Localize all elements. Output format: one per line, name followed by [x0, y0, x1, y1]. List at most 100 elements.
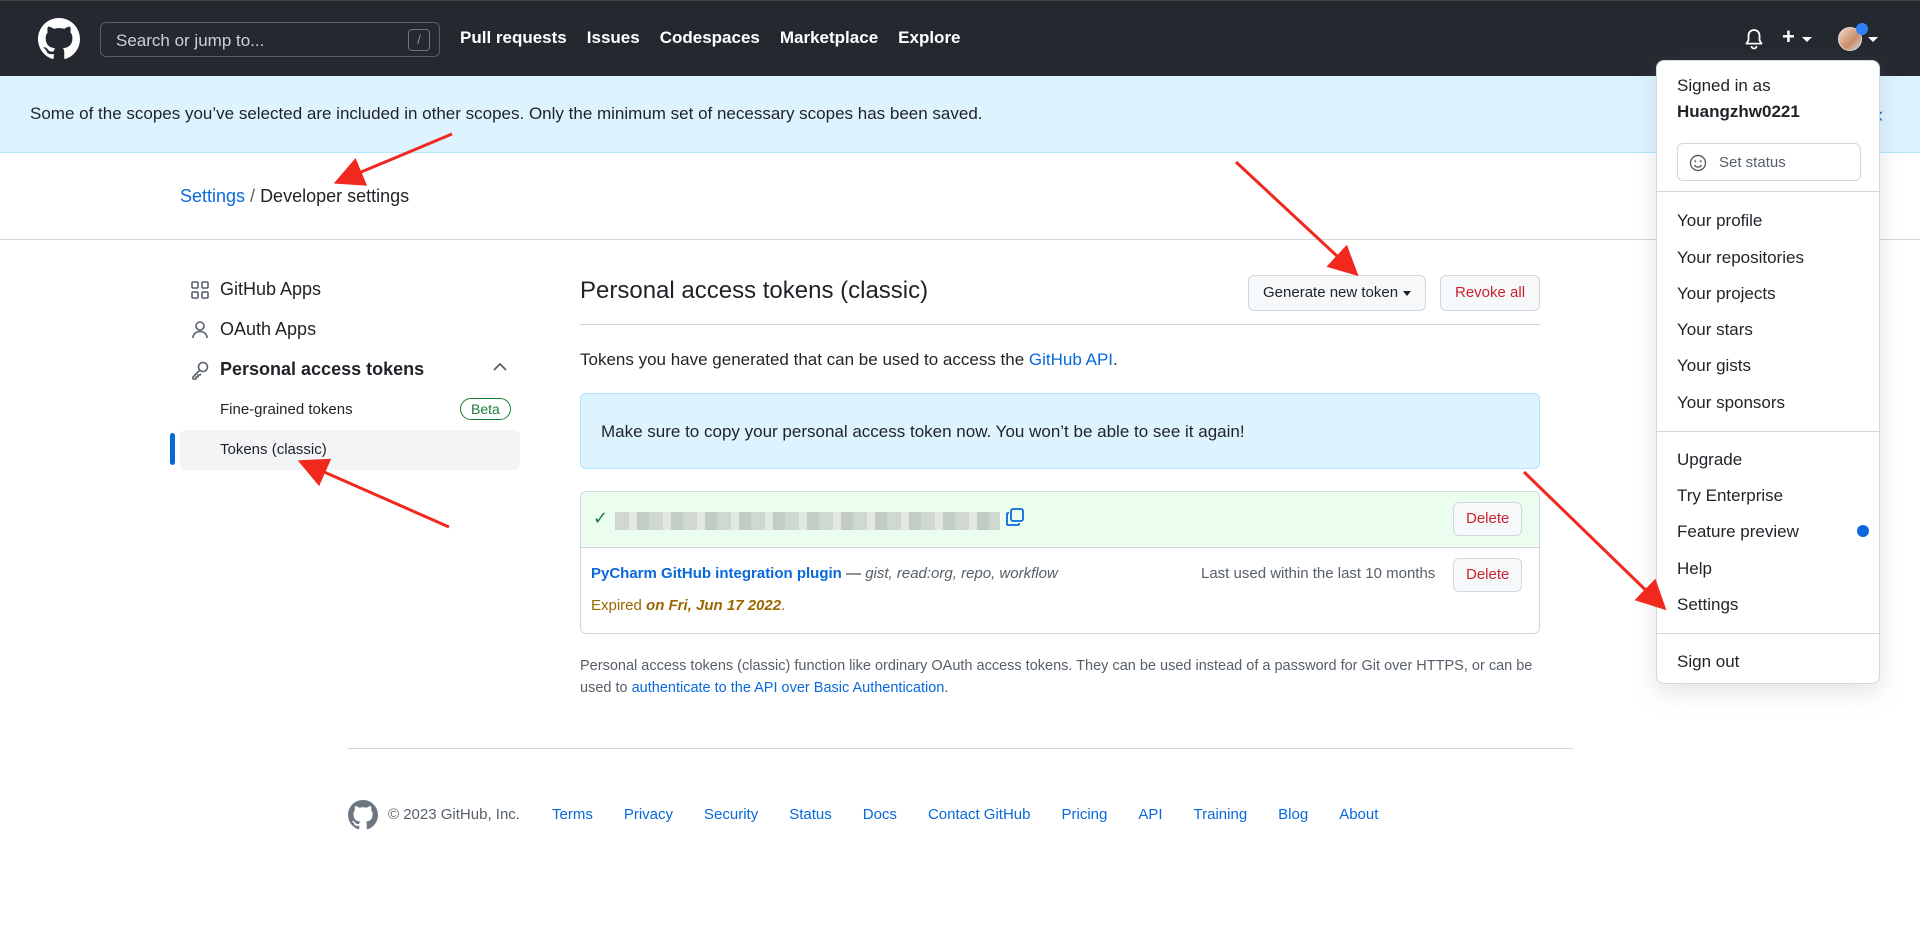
menu-item-your-projects[interactable]: Your projects	[1677, 284, 1776, 304]
footer-link-blog[interactable]: Blog	[1278, 806, 1308, 823]
breadcrumb-settings-link[interactable]: Settings	[180, 186, 245, 206]
token-expired-suffix: .	[781, 597, 786, 614]
chevron-down-icon	[1403, 290, 1412, 296]
sidebar-item-fine-grained-tokens[interactable]: Fine-grained tokens	[220, 401, 353, 418]
nav-pull-requests[interactable]: Pull requests	[460, 28, 567, 48]
token-expired-prefix: Expired	[591, 597, 647, 614]
menu-item-feature-preview[interactable]: Feature preview	[1677, 522, 1799, 542]
menu-item-your-repositories[interactable]: Your repositories	[1677, 248, 1804, 268]
footer-link-training[interactable]: Training	[1194, 806, 1248, 823]
dropdown-divider	[1657, 431, 1879, 432]
smiley-icon	[1689, 154, 1707, 172]
menu-item-sign-out[interactable]: Sign out	[1677, 652, 1739, 672]
breadcrumb-separator: /	[250, 186, 256, 206]
menu-item-your-profile[interactable]: Your profile	[1677, 211, 1762, 231]
footer-copyright: © 2023 GitHub, Inc.	[388, 806, 520, 823]
set-status-button[interactable]: Set status	[1677, 143, 1861, 181]
sidebar-item-personal-access-tokens[interactable]: Personal access tokens	[190, 359, 424, 380]
sidebar-item-label: Personal access tokens	[220, 359, 425, 379]
token-list: ✓ Delete PyCharm GitHub integration plug…	[580, 491, 1540, 634]
delete-token-button[interactable]: Delete	[1453, 558, 1523, 592]
menu-item-settings[interactable]: Settings	[1677, 595, 1738, 615]
copy-icon[interactable]	[1005, 507, 1025, 527]
sidebar-item-oauth-apps[interactable]: OAuth Apps	[190, 319, 316, 340]
key-icon	[192, 361, 209, 380]
footer-link-status[interactable]: Status	[789, 806, 832, 823]
token-row-divider	[581, 547, 1539, 548]
menu-item-your-stars[interactable]: Your stars	[1677, 320, 1753, 340]
sidebar-item-label: OAuth Apps	[220, 319, 317, 339]
token-scopes: gist, read:org, repo, workflow	[865, 565, 1058, 582]
person-icon	[192, 320, 208, 338]
set-status-label: Set status	[1719, 154, 1786, 171]
footer-links: Terms Privacy Security Status Docs Conta…	[552, 806, 1409, 823]
check-icon: ✓	[593, 508, 609, 528]
signed-in-label: Signed in as	[1677, 76, 1771, 95]
revoke-all-button[interactable]: Revoke all	[1440, 275, 1541, 311]
footer-link-docs[interactable]: Docs	[863, 806, 897, 823]
breadcrumb-divider	[0, 239, 1920, 240]
footer-link-security[interactable]: Security	[704, 806, 758, 823]
dropdown-divider	[1657, 191, 1879, 192]
breadcrumb: Settings / Developer settings	[180, 186, 409, 207]
signed-in-username[interactable]: Huangzhw0221	[1677, 102, 1800, 121]
token-expired-line: Expired on Fri, Jun 17 2022.	[591, 597, 785, 614]
menu-item-help[interactable]: Help	[1677, 559, 1712, 579]
footer-link-privacy[interactable]: Privacy	[624, 806, 673, 823]
title-divider	[580, 324, 1540, 325]
signed-in-as: Signed in as Huangzhw0221	[1677, 73, 1800, 125]
delete-new-token-button[interactable]: Delete	[1453, 502, 1523, 536]
classic-token-footnote: Personal access tokens (classic) functio…	[580, 655, 1550, 699]
copy-token-notice: Make sure to copy your personal access t…	[580, 393, 1540, 469]
arrow-to-settings	[1522, 470, 1667, 611]
github-api-link[interactable]: GitHub API	[1029, 350, 1113, 369]
avatar-status-dot	[1856, 23, 1868, 35]
sidebar-item-github-apps[interactable]: GitHub Apps	[190, 279, 321, 300]
generate-new-token-button[interactable]: Generate new token	[1248, 275, 1427, 311]
bell-icon[interactable]	[1744, 28, 1764, 50]
nav-issues[interactable]: Issues	[587, 28, 640, 48]
footnote-suffix: .	[944, 680, 949, 696]
sidebar-active-indicator	[170, 433, 175, 465]
tokens-description: Tokens you have generated that can be us…	[580, 350, 1118, 370]
create-new-caret-icon[interactable]	[1802, 37, 1812, 42]
token-last-used: Last used within the last 10 months	[1201, 565, 1436, 582]
description-text: Tokens you have generated that can be us…	[580, 350, 1029, 369]
flash-notice: Some of the scopes you’ve selected are i…	[0, 76, 1920, 153]
page-title: Personal access tokens (classic)	[580, 277, 929, 304]
token-name-line: PyCharm GitHub integration plugin — gist…	[591, 565, 1058, 582]
search-placeholder: Search or jump to...	[116, 31, 265, 50]
nav-explore[interactable]: Explore	[898, 28, 960, 48]
menu-item-try-enterprise[interactable]: Try Enterprise	[1677, 486, 1783, 506]
beta-badge: Beta	[460, 398, 511, 420]
menu-item-your-sponsors[interactable]: Your sponsors	[1677, 393, 1785, 413]
nav-codespaces[interactable]: Codespaces	[660, 28, 760, 48]
token-dash: —	[841, 565, 866, 582]
global-header: Search or jump to... / Pull requests Iss…	[0, 0, 1920, 76]
search-shortcut-key: /	[408, 29, 430, 51]
flash-message: Some of the scopes you’ve selected are i…	[30, 104, 983, 123]
menu-item-your-gists[interactable]: Your gists	[1677, 356, 1751, 376]
footer-link-api[interactable]: API	[1138, 806, 1162, 823]
avatar-caret-icon[interactable]	[1868, 37, 1878, 42]
token-name-link[interactable]: PyCharm GitHub integration plugin	[591, 565, 842, 582]
redacted-token-value	[615, 512, 1000, 530]
dropdown-divider	[1657, 633, 1879, 634]
chevron-up-icon[interactable]	[492, 362, 508, 372]
menu-item-upgrade[interactable]: Upgrade	[1677, 450, 1742, 470]
token-expired-date: on Fri, Jun 17 2022	[646, 597, 782, 614]
user-menu-dropdown: Signed in as Huangzhw0221 Set status You…	[1656, 60, 1880, 684]
footer-link-terms[interactable]: Terms	[552, 806, 593, 823]
footer-link-pricing[interactable]: Pricing	[1061, 806, 1107, 823]
sidebar-item-tokens-classic[interactable]: Tokens (classic)	[220, 441, 327, 458]
footer-link-about[interactable]: About	[1339, 806, 1378, 823]
github-footer-logo-icon[interactable]	[348, 800, 378, 830]
basic-auth-link[interactable]: authenticate to the API over Basic Authe…	[632, 680, 945, 696]
create-new-icon[interactable]: +	[1782, 26, 1795, 48]
github-logo-icon[interactable]	[38, 18, 80, 60]
footer-link-contact[interactable]: Contact GitHub	[928, 806, 1031, 823]
search-input[interactable]: Search or jump to... /	[100, 22, 440, 57]
feature-preview-dot	[1857, 525, 1869, 537]
nav-marketplace[interactable]: Marketplace	[780, 28, 878, 48]
breadcrumb-current: Developer settings	[260, 186, 410, 206]
